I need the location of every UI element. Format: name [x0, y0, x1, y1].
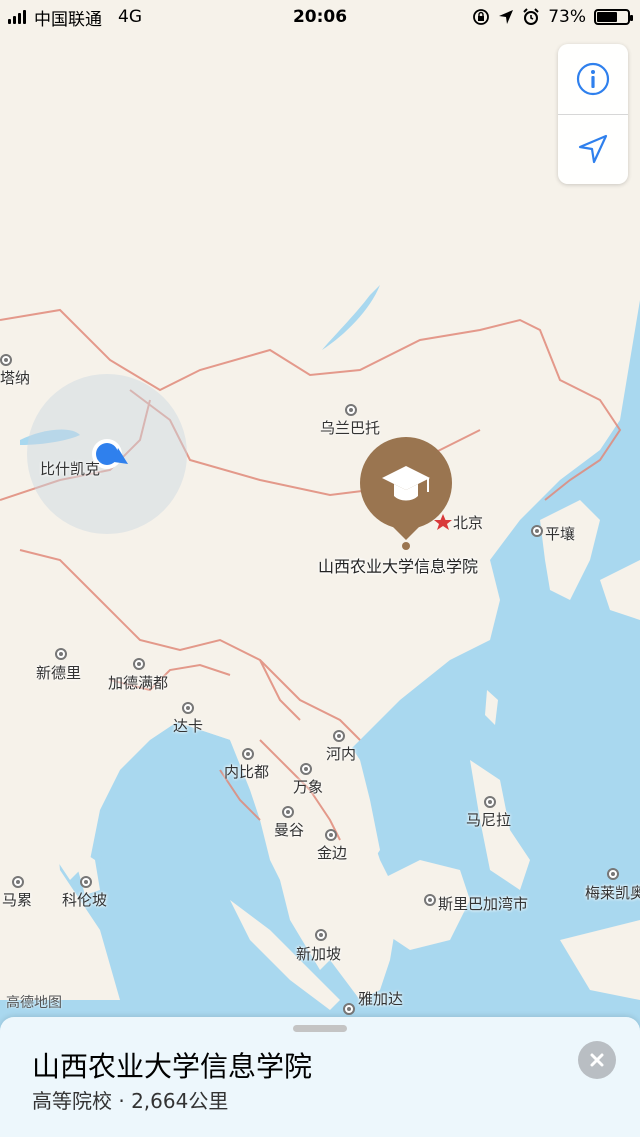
battery-icon — [594, 9, 633, 25]
place-dot-icon — [0, 354, 12, 366]
label-ulaanbaatar: 乌兰巴托 — [320, 419, 381, 437]
label-kathmandu: 加德满都 — [108, 674, 169, 692]
label-beijing: 北京 — [453, 514, 484, 532]
place-dot-icon — [333, 730, 345, 742]
info-button[interactable] — [558, 44, 628, 114]
label-phnom-penh: 金边 — [317, 844, 348, 862]
label-vientiane: 万象 — [293, 778, 324, 796]
label-tashkent: 塔纳 — [0, 369, 31, 387]
label-pyongyang: 平壤 — [545, 525, 576, 543]
place-dot-icon — [484, 796, 496, 808]
place-dot-icon — [343, 1003, 355, 1015]
network-type: 4G — [118, 7, 142, 27]
place-subtitle: 高等院校 · 2,664公里 — [32, 1089, 229, 1113]
label-hanoi: 河内 — [326, 745, 357, 763]
signal-strength-icon — [8, 10, 26, 24]
label-bishkek: 比什凯克 — [40, 460, 101, 478]
battery-percent: 73% — [548, 7, 586, 27]
place-dot-icon — [242, 748, 254, 760]
place-dot-icon — [345, 404, 357, 416]
label-new-delhi: 新德里 — [36, 664, 82, 682]
location-services-icon — [499, 10, 514, 24]
label-jakarta: 雅加达 — [358, 990, 404, 1008]
place-card[interactable]: 山西农业大学信息学院 高等院校 · 2,664公里 — [0, 1017, 640, 1137]
place-dot-icon — [282, 806, 294, 818]
label-colombo: 科伦坡 — [62, 891, 108, 909]
place-title: 山西农业大学信息学院 — [32, 1050, 313, 1083]
locate-me-button[interactable] — [558, 115, 628, 185]
close-icon — [590, 1053, 604, 1067]
map-controls — [558, 44, 628, 184]
location-arrow-icon — [578, 135, 608, 164]
label-melekeok: 梅莱凯奥 — [585, 884, 640, 902]
place-dot-icon — [531, 525, 543, 537]
map-attribution[interactable]: 高德地图 — [6, 992, 62, 1012]
place-dot-icon — [607, 868, 619, 880]
place-dot-icon — [325, 829, 337, 841]
drag-handle[interactable] — [293, 1025, 347, 1032]
place-dot-icon — [133, 658, 145, 670]
alarm-icon — [523, 8, 539, 25]
pin-label[interactable]: 山西农业大学信息学院 — [318, 553, 478, 577]
info-circle-icon — [576, 62, 610, 95]
place-dot-icon — [182, 702, 194, 714]
label-manila: 马尼拉 — [466, 811, 512, 829]
label-naypyidaw: 内比都 — [224, 763, 270, 781]
carrier-name: 中国联通 — [34, 9, 102, 30]
place-dot-icon — [12, 876, 24, 888]
label-bandar: 斯里巴加湾市 — [438, 895, 529, 913]
place-dot-icon — [80, 876, 92, 888]
label-bangkok: 曼谷 — [274, 821, 305, 839]
orientation-lock-icon — [473, 9, 490, 25]
status-bar: 中国联通 4G 20:06 73% — [0, 0, 640, 34]
battery-level-fill — [597, 12, 618, 22]
close-button[interactable] — [578, 1041, 616, 1079]
label-male: 马累 — [2, 891, 33, 909]
place-dot-icon — [315, 929, 327, 941]
label-singapore: 新加坡 — [296, 945, 342, 963]
place-dot-icon — [424, 894, 436, 906]
label-dhaka: 达卡 — [173, 717, 204, 735]
place-dot-icon — [300, 763, 312, 775]
place-dot-icon — [55, 648, 67, 660]
